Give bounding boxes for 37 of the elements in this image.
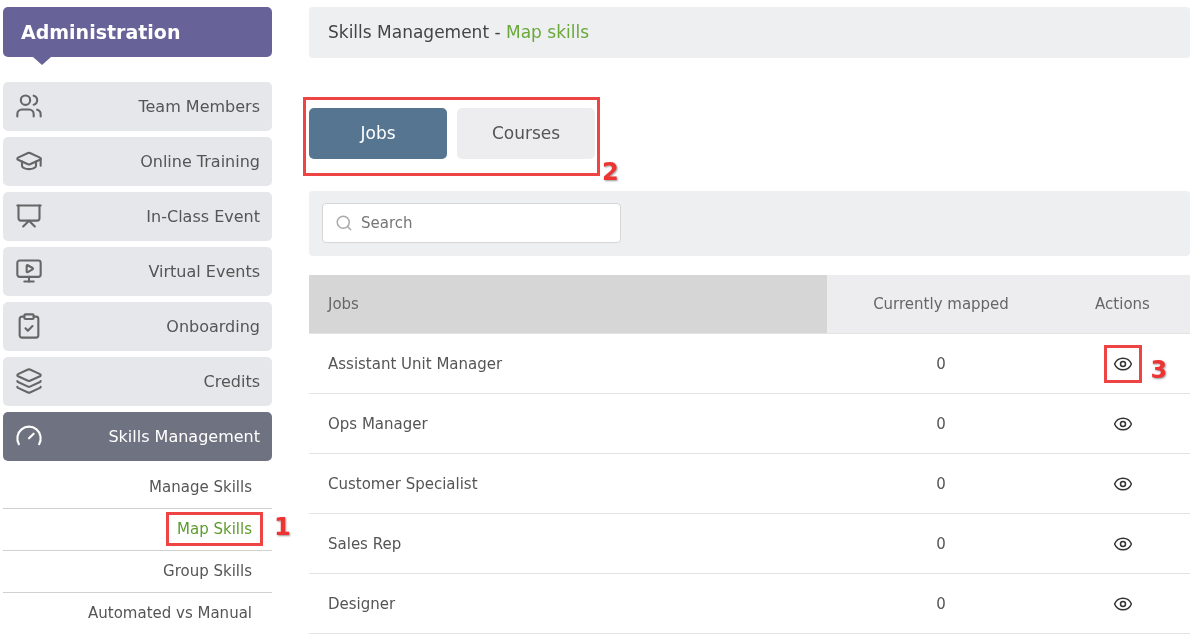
column-header: Actions <box>1055 275 1190 333</box>
annotation-number: 2 <box>602 157 619 186</box>
submenu-link[interactable]: Manage Skills <box>141 473 260 502</box>
menu-item[interactable]: Virtual Events <box>3 246 272 296</box>
header-pointer <box>33 57 51 65</box>
table-cell-text: 0 <box>935 593 947 615</box>
tab[interactable]: Jobs <box>309 107 447 159</box>
annotation-number: 1 <box>274 513 291 542</box>
column-header: Jobs <box>309 275 827 333</box>
table-cell-text: 0 <box>935 413 947 435</box>
monitor-icon <box>15 257 43 286</box>
table-cell-text: 0 <box>935 353 947 375</box>
layers-icon <box>15 367 43 396</box>
column-header: Currently mapped <box>827 275 1055 333</box>
table-cell-text: 0 <box>935 473 947 495</box>
table-cell-text: 0 <box>935 533 947 555</box>
table-cell-text: Customer Specialist <box>327 473 479 495</box>
presentation-icon <box>15 202 43 231</box>
table-cell-text: Ops Manager <box>327 413 429 435</box>
submenu-link[interactable]: Automated vs Manual <box>80 599 260 628</box>
table-cell-text: Designer <box>327 593 397 615</box>
tab[interactable]: Courses <box>457 107 595 159</box>
annotation-number: 3 <box>1150 355 1168 384</box>
menu-item[interactable]: Online Training <box>3 136 272 186</box>
menu-item[interactable]: In-Class Event <box>3 191 272 241</box>
search-icon <box>335 214 353 233</box>
breadcrumb-section: Skills Management - <box>328 22 506 43</box>
menu-item[interactable]: Onboarding <box>3 301 272 351</box>
menu-item[interactable]: Team Members <box>3 82 272 131</box>
menu-item[interactable]: Skills Management <box>3 411 272 461</box>
menu-item[interactable]: Credits <box>3 356 272 406</box>
table-cell-text: Assistant Unit Manager <box>327 353 504 375</box>
search-field[interactable]: Search <box>322 203 621 244</box>
table-cell-text: Sales Rep <box>327 533 403 555</box>
submenu-link[interactable]: Group Skills <box>155 557 260 586</box>
breadcrumb-page: Map skills <box>506 22 589 43</box>
sidebar-header: Administration <box>3 7 272 57</box>
